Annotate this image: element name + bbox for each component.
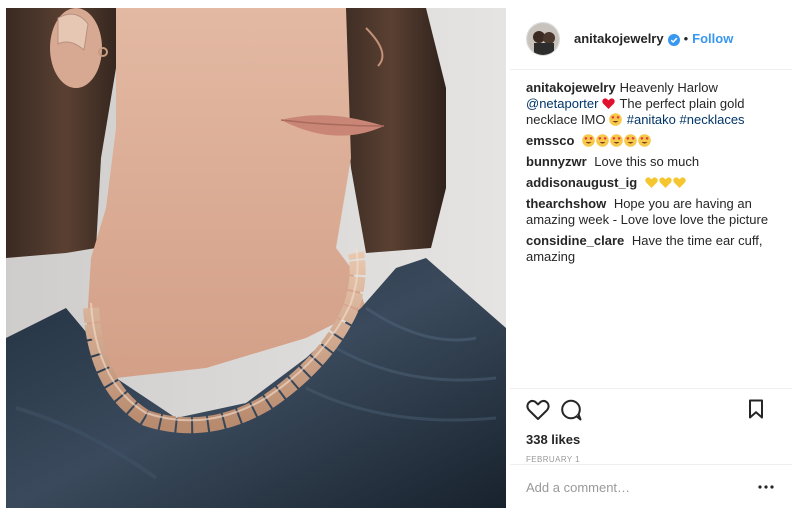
yellow-heart-emoji-icon [645, 177, 658, 188]
bookmark-icon[interactable] [748, 399, 764, 424]
header-separator: • [683, 31, 689, 46]
mention-link[interactable]: @netaporter [526, 96, 598, 111]
comment-form [510, 464, 792, 508]
post-username[interactable]: anitakojewelry [574, 31, 664, 46]
red-heart-emoji-icon [602, 98, 615, 109]
comment-item: emssco [526, 133, 778, 149]
post-photo[interactable] [6, 8, 506, 508]
post-actions: 338 likes FEBRUARY 1 [510, 388, 792, 464]
heart-eyes-emoji-icon [609, 113, 622, 126]
heart-eyes-emoji-icon [610, 134, 623, 147]
yellow-heart-emoji-icon [659, 177, 672, 188]
post-panel: anitakojewelry • Follow anitakojewelry He… [510, 8, 792, 508]
comment-item: addisonaugust_ig [526, 175, 778, 191]
comment-username[interactable]: thearchshow [526, 196, 606, 211]
caption-username[interactable]: anitakojewelry [526, 80, 616, 95]
comment-item: considine_clare Have the time ear cuff, … [526, 233, 778, 265]
instagram-post: anitakojewelry • Follow anitakojewelry He… [0, 0, 800, 515]
more-options-icon[interactable] [754, 479, 778, 495]
hashtag-anitako[interactable]: #anitako [627, 112, 676, 127]
verified-badge-icon [667, 33, 680, 46]
comments-list: anitakojewelry Heavenly Harlow @netaporte… [526, 80, 778, 270]
like-heart-icon[interactable] [526, 399, 550, 426]
comment-item: thearchshow Hope you are having an amazi… [526, 196, 778, 228]
comment-item: bunnyzwr Love this so much [526, 154, 778, 170]
heart-eyes-emoji-icon [638, 134, 651, 147]
yellow-heart-emoji-icon [673, 177, 686, 188]
post-date: FEBRUARY 1 [526, 455, 580, 464]
likes-count[interactable]: 338 likes [526, 432, 580, 447]
caption-text: Heavenly Harlow [619, 80, 718, 95]
comment-username[interactable]: addisonaugust_ig [526, 175, 637, 190]
add-comment-input[interactable] [526, 478, 746, 496]
avatar[interactable] [526, 21, 560, 56]
hashtag-necklaces[interactable]: #necklaces [680, 112, 745, 127]
follow-button[interactable]: Follow [692, 31, 733, 46]
heart-eyes-emoji-icon [624, 134, 637, 147]
comment-username[interactable]: bunnyzwr [526, 154, 587, 169]
heart-eyes-emoji-icon [582, 134, 595, 147]
comment-bubble-icon[interactable] [560, 399, 582, 426]
heart-eyes-emoji-icon [596, 134, 609, 147]
comment-text: Love this so much [594, 154, 700, 169]
comment-username[interactable]: emssco [526, 133, 574, 148]
post-header: anitakojewelry • Follow [510, 8, 792, 70]
caption: anitakojewelry Heavenly Harlow @netaporte… [526, 80, 778, 128]
comment-username[interactable]: considine_clare [526, 233, 624, 248]
